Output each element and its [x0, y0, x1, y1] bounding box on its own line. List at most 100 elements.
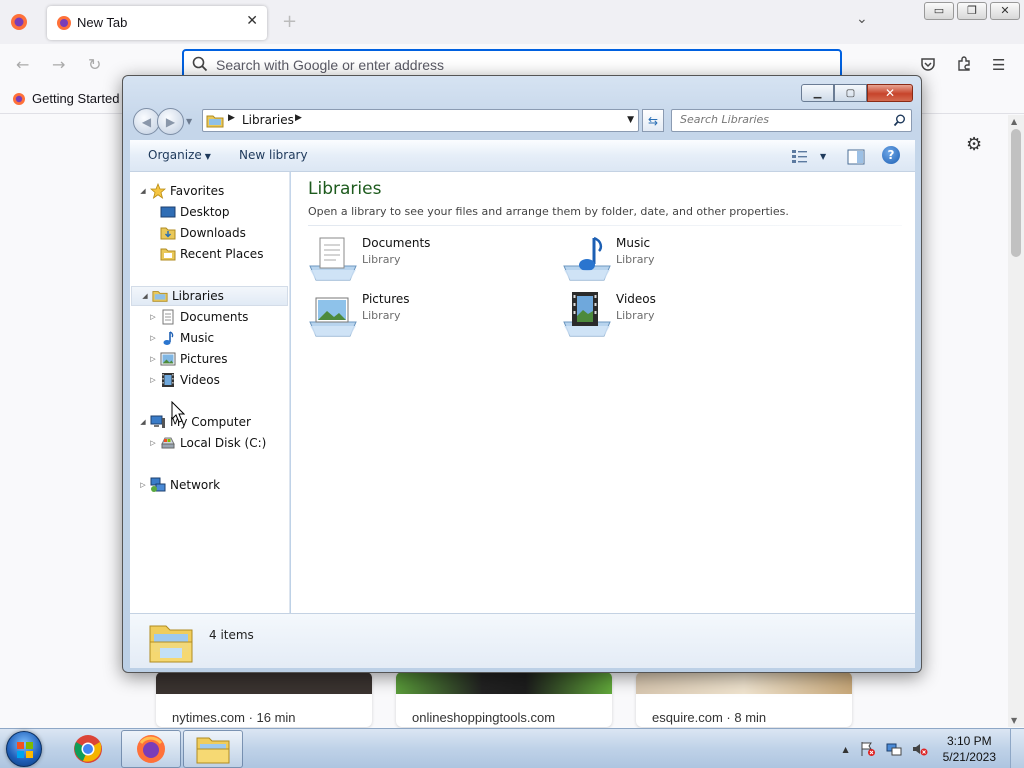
tree-item-music[interactable]: ▷ Music	[130, 328, 214, 348]
scroll-up-icon[interactable]: ▲	[1011, 117, 1017, 126]
back-arrow-icon[interactable]: ←	[16, 55, 29, 74]
close-button[interactable]: ✕	[867, 84, 913, 102]
details-pane: 4 items	[130, 613, 915, 668]
scroll-down-icon[interactable]: ▼	[1011, 716, 1017, 725]
bookmark-getting-started[interactable]: Getting Started	[12, 91, 119, 106]
volume-muted-icon[interactable]	[911, 740, 929, 758]
firefox-menu-icon[interactable]	[10, 13, 28, 34]
close-tab-icon[interactable]: ✕	[246, 13, 258, 29]
minimize-icon[interactable]: ▭	[924, 2, 954, 20]
tree-item-documents[interactable]: ▷ Documents	[130, 307, 248, 327]
collapsed-triangle-icon[interactable]: ▷	[148, 439, 158, 447]
taskbar-chrome[interactable]	[58, 730, 118, 768]
new-library-button[interactable]: New library	[239, 148, 308, 162]
pocket-icon[interactable]	[920, 56, 936, 76]
scroll-thumb[interactable]	[1011, 129, 1021, 257]
tile-label: onlineshoppingtools.com	[412, 710, 556, 725]
expanded-triangle-icon[interactable]: ◢	[140, 292, 150, 300]
search-icon[interactable]	[893, 114, 906, 130]
recent-pages-dropdown-icon[interactable]: ▼	[186, 117, 192, 126]
videos-library-icon	[562, 290, 612, 340]
minimize-button[interactable]: ▁	[801, 84, 834, 102]
breadcrumb-chevron-icon[interactable]: ▶	[295, 113, 302, 123]
tree-item-downloads[interactable]: Downloads	[130, 223, 246, 243]
search-input[interactable]	[680, 113, 890, 126]
change-view-button[interactable]: ▼	[792, 149, 826, 163]
taskbar-explorer[interactable]	[183, 730, 243, 768]
collapsed-triangle-icon[interactable]: ▷	[148, 313, 158, 321]
collapsed-triangle-icon[interactable]: ▷	[148, 376, 158, 384]
show-hidden-icons-icon[interactable]: ▲	[842, 745, 848, 754]
library-tile-music[interactable]: Music Library	[562, 234, 782, 284]
bookmark-label: Getting Started	[32, 91, 120, 106]
tree-item-libraries[interactable]: ◢ Libraries	[131, 286, 288, 306]
extensions-icon[interactable]	[956, 56, 972, 76]
system-tray: ▲ 3:10 PM 5/21/2023	[842, 729, 1024, 768]
library-tile-videos[interactable]: Videos Library	[562, 290, 782, 340]
start-button[interactable]	[6, 731, 42, 767]
top-site-tile[interactable]: nytimes.com · 16 min	[156, 672, 372, 727]
tree-label: Music	[180, 331, 215, 345]
documents-icon	[160, 309, 176, 325]
preview-pane-icon[interactable]	[847, 149, 865, 168]
breadcrumb-chevron-icon[interactable]: ▶	[228, 113, 235, 123]
expanded-triangle-icon[interactable]: ◢	[138, 418, 148, 426]
tree-item-desktop[interactable]: Desktop	[130, 202, 230, 222]
forward-arrow-icon[interactable]: →	[52, 55, 65, 74]
search-box[interactable]	[671, 109, 912, 132]
library-name: Pictures	[362, 292, 410, 306]
settings-gear-icon[interactable]: ⚙	[966, 134, 982, 155]
libraries-large-icon	[148, 620, 194, 667]
explorer-folder-icon	[196, 737, 230, 764]
expanded-triangle-icon[interactable]: ◢	[138, 187, 148, 195]
page-subtitle: Open a library to see your files and arr…	[308, 205, 789, 218]
collapsed-triangle-icon[interactable]: ▷	[138, 481, 148, 489]
tree-item-pictures[interactable]: ▷ Pictures	[130, 349, 228, 369]
tree-label: Documents	[180, 310, 249, 324]
tree-item-favorites[interactable]: ◢ Favorites	[130, 181, 224, 201]
show-desktop-button[interactable]	[1010, 729, 1024, 768]
action-center-flag-icon[interactable]	[859, 740, 877, 758]
divider	[308, 225, 902, 226]
organize-menu-button[interactable]: Organize ▼	[148, 148, 211, 162]
top-site-tile[interactable]: esquire.com · 8 min	[636, 672, 852, 727]
search-icon	[192, 56, 208, 75]
tree-item-my-computer[interactable]: ◢ My Computer	[130, 412, 251, 432]
network-status-icon[interactable]	[885, 740, 903, 758]
restore-icon[interactable]: ❐	[957, 2, 987, 20]
back-button[interactable]: ◀	[133, 108, 160, 135]
address-bar[interactable]: ▶ Libraries ▶ ▼	[202, 109, 639, 132]
page-scrollbar[interactable]: ▲ ▼	[1008, 115, 1024, 727]
library-tile-documents[interactable]: Documents Library	[308, 234, 528, 284]
collapsed-triangle-icon[interactable]: ▷	[148, 355, 158, 363]
taskbar: ▲ 3:10 PM 5/21/2023	[0, 728, 1024, 768]
libraries-explorer-window: ▁ ▢ ✕ ◀ ▶ ▼ ▶ Libraries ▶ ▼ ⇆ Organize▼ …	[122, 75, 922, 673]
help-icon[interactable]: ?	[882, 146, 900, 164]
tree-item-network[interactable]: ▷ Network	[130, 475, 220, 495]
reload-icon[interactable]: ↻	[88, 55, 101, 74]
tree-item-videos[interactable]: ▷ Videos	[130, 370, 220, 390]
firefox-icon	[137, 735, 165, 763]
tab-new-tab[interactable]: New Tab ✕	[47, 6, 267, 40]
top-site-tile[interactable]: onlineshoppingtools.com	[396, 672, 612, 727]
refresh-button[interactable]: ⇆	[642, 109, 664, 132]
address-dropdown-icon[interactable]: ▼	[627, 115, 634, 125]
tree-item-recent-places[interactable]: Recent Places	[130, 244, 263, 264]
chevron-down-icon: ▼	[820, 151, 827, 161]
windows-logo-icon	[17, 742, 33, 758]
tree-label: Videos	[180, 373, 220, 387]
tree-label: Pictures	[180, 352, 228, 366]
new-tab-icon[interactable]: +	[282, 11, 297, 32]
forward-button[interactable]: ▶	[157, 108, 184, 135]
app-menu-icon[interactable]: ☰	[992, 56, 1005, 74]
breadcrumb-libraries[interactable]: Libraries	[242, 113, 294, 127]
tree-item-local-disk[interactable]: ▷ Local Disk (C:)	[130, 433, 266, 453]
close-icon[interactable]: ✕	[990, 2, 1020, 20]
library-tile-pictures[interactable]: Pictures Library	[308, 290, 528, 340]
tree-label: Local Disk (C:)	[180, 436, 267, 450]
collapsed-triangle-icon[interactable]: ▷	[148, 334, 158, 342]
system-clock[interactable]: 3:10 PM 5/21/2023	[943, 733, 996, 765]
list-all-tabs-icon[interactable]: ⌄	[856, 11, 868, 27]
maximize-button[interactable]: ▢	[834, 84, 867, 102]
taskbar-firefox[interactable]	[121, 730, 181, 768]
